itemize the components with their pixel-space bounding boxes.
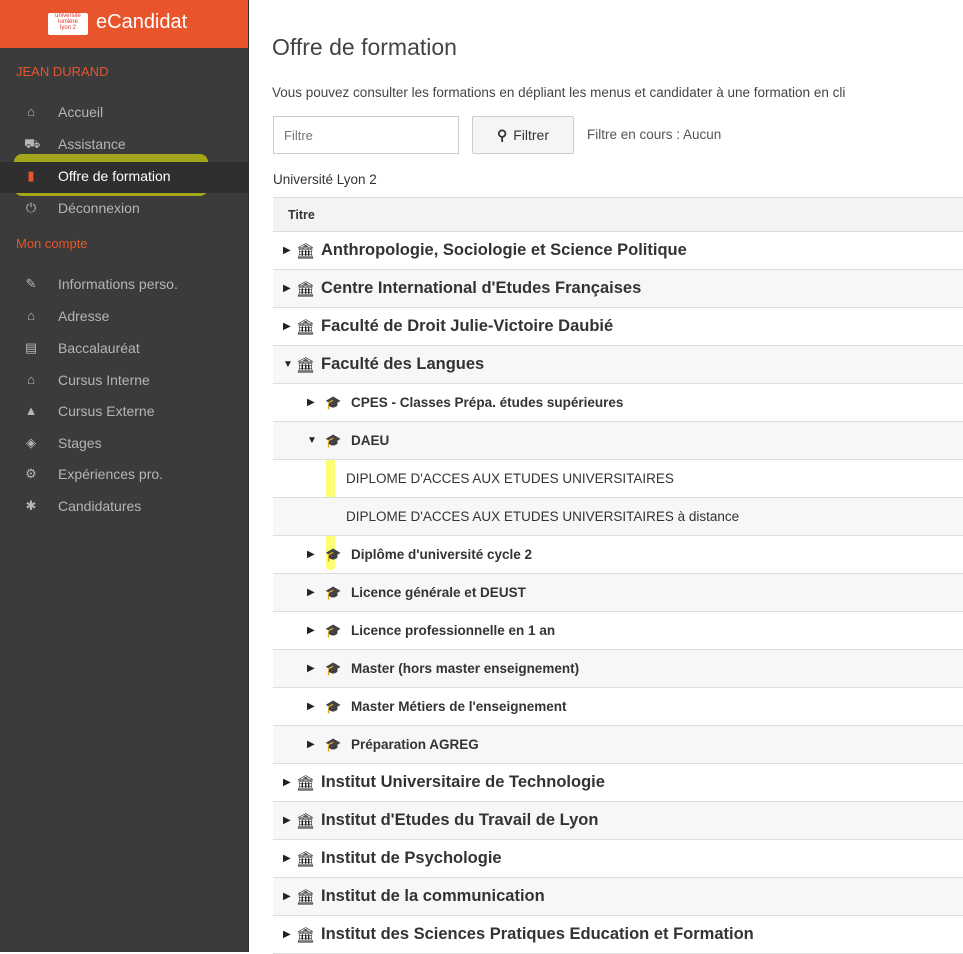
caret-right-icon[interactable]: ▶ — [307, 663, 315, 674]
graduation-cap-icon: ▲ — [24, 403, 38, 418]
filter-input[interactable] — [273, 116, 459, 154]
tree-row[interactable]: ▶ 🏛 Institut de Psychologie — [273, 840, 963, 878]
caret-down-icon[interactable]: ▼ — [283, 359, 293, 370]
nav-item-stages[interactable]: ◈ Stages — [0, 429, 248, 460]
tree-row[interactable]: ▶ 🏛 Centre International d'Etudes França… — [273, 270, 963, 308]
institution-icon: 🏛 — [296, 813, 316, 830]
graduation-cap-icon: 🎓 — [325, 585, 342, 600]
cogs-icon: ⚙ — [25, 466, 37, 481]
institution-icon: 🏛 — [296, 927, 316, 944]
graduation-cap-icon: 🎓 — [325, 547, 342, 562]
ambulance-icon: ⛟ — [24, 136, 41, 151]
caret-right-icon[interactable]: ▶ — [307, 625, 315, 636]
tree-row[interactable]: ▶ 🎓 Licence générale et DEUST — [273, 574, 963, 612]
institution-icon: 🏛 — [296, 357, 316, 374]
tree-row[interactable]: DIPLOME D'ACCES AUX ETUDES UNIVERSITAIRE… — [273, 460, 963, 498]
caret-right-icon[interactable]: ▶ — [283, 891, 291, 902]
app-title: eCandidat — [96, 11, 188, 33]
power-icon: ⏻ — [25, 200, 37, 215]
caret-right-icon[interactable]: ▶ — [283, 853, 291, 864]
caret-right-icon[interactable]: ▶ — [283, 321, 291, 332]
tree-row[interactable]: ▶ 🏛 Institut d'Etudes du Travail de Lyon — [273, 802, 963, 840]
tree-row[interactable]: ▶ 🎓 Préparation AGREG — [273, 726, 963, 764]
filter-button-label: Filtrer — [513, 127, 550, 143]
university-label: Université Lyon 2 — [273, 172, 377, 187]
nav-item-offre-de-formation[interactable]: ▮ Offre de formation — [0, 162, 248, 193]
brand-header[interactable]: université lumière lyon 2 eCandidat — [0, 0, 248, 48]
graduation-cap-icon: 🎓 — [325, 737, 342, 752]
institution-icon: 🏛 — [296, 775, 316, 792]
nav-item-deconnexion[interactable]: ⏻ Déconnexion — [0, 194, 248, 225]
caret-right-icon[interactable]: ▶ — [283, 245, 291, 256]
home-icon: ⌂ — [27, 104, 35, 119]
tree-row[interactable]: ▶ 🏛 Anthropologie, Sociologie et Science… — [273, 232, 963, 270]
tree-row[interactable]: ▶ 🎓 Licence professionnelle en 1 an — [273, 612, 963, 650]
sidebar: université lumière lyon 2 eCandidat JEAN… — [0, 0, 249, 952]
asterisk-icon: ✱ — [25, 498, 37, 513]
institution-icon: 🏛 — [296, 281, 316, 298]
cube-icon: ◈ — [26, 435, 36, 450]
caret-down-icon[interactable]: ▼ — [307, 435, 317, 446]
caret-right-icon[interactable]: ▶ — [283, 283, 291, 294]
home-icon: ⌂ — [27, 308, 35, 323]
caret-right-icon[interactable]: ▶ — [307, 739, 315, 750]
graduation-cap-icon: 🎓 — [325, 433, 342, 448]
tree-row[interactable]: DIPLOME D'ACCES AUX ETUDES UNIVERSITAIRE… — [273, 498, 963, 536]
tree-row[interactable]: ▶ 🏛 Faculté de Droit Julie-Victoire Daub… — [273, 308, 963, 346]
caret-right-icon[interactable]: ▶ — [307, 549, 315, 560]
institution-icon: 🏛 — [296, 889, 316, 906]
graduation-cap-icon: 🎓 — [325, 699, 342, 714]
graduation-cap-icon: 🎓 — [325, 623, 342, 638]
tree-row[interactable]: ▶ 🎓 Master (hors master enseignement) — [273, 650, 963, 688]
caret-right-icon[interactable]: ▶ — [307, 701, 315, 712]
nav-item-informations-perso[interactable]: ✎ Informations perso. — [0, 270, 248, 301]
pencil-icon: ✎ — [25, 276, 37, 291]
caret-right-icon[interactable]: ▶ — [283, 815, 291, 826]
caret-right-icon[interactable]: ▶ — [307, 587, 315, 598]
filter-status: Filtre en cours : Aucun — [587, 127, 722, 142]
table-header: Titre — [273, 197, 963, 232]
bookmark-icon: ▮ — [27, 168, 35, 183]
book-icon: ▤ — [24, 340, 38, 355]
section-label-mon-compte: Mon compte — [16, 236, 88, 251]
search-icon: ⚲ — [496, 127, 508, 143]
formation-table: Titre ▶ 🏛 Anthropologie, Sociologie et S… — [273, 197, 963, 954]
institution-icon: 🏛 — [296, 319, 316, 336]
institution-icon: ⌂ — [27, 372, 35, 387]
tree-row[interactable]: ▶ 🎓 CPES - Classes Prépa. études supérie… — [273, 384, 963, 422]
nav-item-experiences-pro[interactable]: ⚙ Expériences pro. — [0, 460, 248, 491]
tree-row[interactable]: ▼ 🎓 DAEU — [273, 422, 963, 460]
nav-item-cursus-interne[interactable]: ⌂ Cursus Interne — [0, 366, 248, 397]
caret-right-icon[interactable]: ▶ — [307, 397, 315, 408]
nav-item-baccalaureat[interactable]: ▤ Baccalauréat — [0, 334, 248, 365]
tree-row[interactable]: ▶ 🎓 Master Métiers de l'enseignement — [273, 688, 963, 726]
tree-row[interactable]: ▶ 🎓 Diplôme d'université cycle 2 — [273, 536, 963, 574]
tree-row[interactable]: ▼ 🏛 Faculté des Langues — [273, 346, 963, 384]
caret-right-icon[interactable]: ▶ — [283, 777, 291, 788]
tree-row[interactable]: ▶ 🏛 Institut des Sciences Pratiques Educ… — [273, 916, 963, 954]
nav-item-cursus-externe[interactable]: ▲ Cursus Externe — [0, 397, 248, 428]
nav-item-assistance[interactable]: ⛟ Assistance — [0, 130, 248, 161]
institution-icon: 🏛 — [296, 243, 316, 260]
filter-button[interactable]: ⚲ Filtrer — [472, 116, 574, 154]
nav-item-candidatures[interactable]: ✱ Candidatures — [0, 492, 248, 523]
graduation-cap-icon: 🎓 — [325, 395, 342, 410]
page-title: Offre de formation — [272, 34, 457, 60]
institution-icon: 🏛 — [296, 851, 316, 868]
tree-row[interactable]: ▶ 🏛 Institut de la communication — [273, 878, 963, 916]
university-logo: université lumière lyon 2 — [48, 13, 88, 35]
nav-item-adresse[interactable]: ⌂ Adresse — [0, 302, 248, 333]
tree-row[interactable]: ▶ 🏛 Institut Universitaire de Technologi… — [273, 764, 963, 802]
graduation-cap-icon: 🎓 — [325, 661, 342, 676]
caret-right-icon[interactable]: ▶ — [283, 929, 291, 940]
intro-text: Vous pouvez consulter les formations en … — [272, 85, 846, 100]
user-name: JEAN DURAND — [16, 64, 109, 79]
nav-item-accueil[interactable]: ⌂ Accueil — [0, 98, 248, 129]
